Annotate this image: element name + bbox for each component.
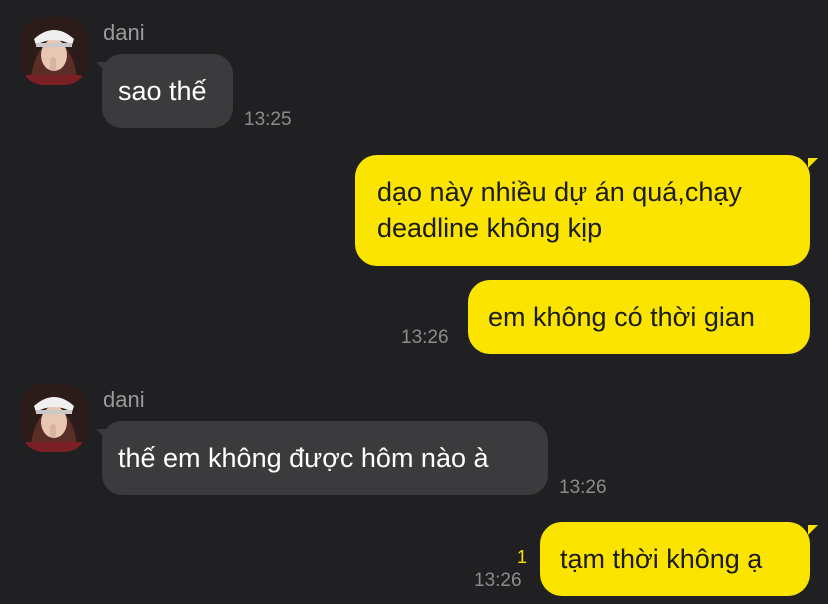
message-time: 13:25 — [244, 109, 292, 130]
sender-avatar[interactable] — [20, 384, 88, 452]
message-text: tạm thời không ạ — [560, 544, 763, 574]
message-bubble[interactable]: tạm thời không ạ — [540, 522, 810, 596]
message-bubble[interactable]: em không có thời gian — [468, 280, 810, 354]
bubble-tail — [808, 158, 818, 168]
message-bubble[interactable]: sao thế — [102, 54, 233, 128]
message-time: 13:26 — [401, 327, 449, 348]
message-text: sao thế — [118, 76, 207, 106]
unread-count: 1 — [517, 547, 528, 567]
message-text-line: dạo này nhiều dự án quá,chạy — [377, 177, 742, 207]
message-bubble[interactable]: dạo này nhiều dự án quá,chạy deadline kh… — [355, 155, 810, 266]
message-bubble[interactable]: thế em không được hôm nào à — [102, 421, 548, 495]
message-text-line: deadline không kịp — [377, 213, 603, 243]
bubble-tail — [96, 429, 106, 439]
message-text: thế em không được hôm nào à — [118, 443, 489, 473]
message-text: em không có thời gian — [488, 302, 755, 332]
bubble-tail — [96, 62, 106, 72]
message-time: 13:26 — [474, 570, 522, 591]
bubble-tail — [808, 525, 818, 535]
sender-avatar[interactable] — [20, 17, 88, 85]
sender-name: dani — [103, 387, 145, 412]
message-time: 13:26 — [559, 477, 607, 498]
sender-name: dani — [103, 20, 145, 45]
